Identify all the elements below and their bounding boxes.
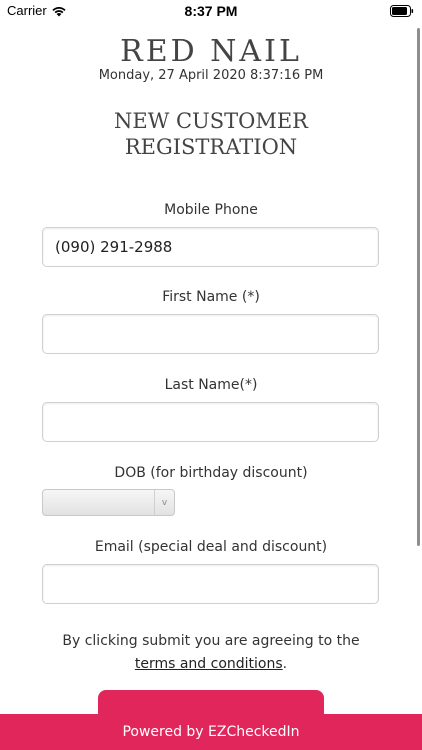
last-name-label: Last Name(*) — [164, 377, 258, 393]
mobile-phone-label: Mobile Phone — [164, 202, 258, 218]
chevron-down-icon: v — [154, 490, 174, 515]
email-label: Email (special deal and discount) — [94, 539, 328, 555]
mobile-phone-input[interactable] — [42, 227, 379, 267]
status-bar: Carrier 8:37 PM — [0, 0, 422, 22]
first-name-label: First Name (*) — [162, 289, 260, 305]
dob-select[interactable]: v — [42, 489, 175, 516]
footer-text: Powered by EZCheckedIn — [122, 724, 300, 740]
terms-link[interactable]: terms and conditions — [135, 656, 283, 672]
consent-text: By clicking submit you are agreeing to t… — [40, 630, 382, 676]
current-datetime: Monday, 27 April 2020 8:37:16 PM — [98, 68, 324, 83]
brand-title: RED NAIL — [120, 34, 302, 69]
dob-label: DOB (for birthday discount) — [114, 465, 308, 481]
footer-bar: Powered by EZCheckedIn — [0, 714, 422, 750]
status-time: 8:37 PM — [184, 3, 238, 19]
first-name-input[interactable] — [42, 314, 379, 354]
last-name-input[interactable] — [42, 402, 379, 442]
consent-statement: By clicking submit you are agreeing to t… — [62, 633, 360, 649]
consent-suffix: . — [282, 656, 288, 672]
battery-icon — [390, 5, 414, 17]
page-title: NEW CUSTOMER REGISTRATION — [114, 109, 308, 159]
email-input[interactable] — [42, 564, 379, 604]
